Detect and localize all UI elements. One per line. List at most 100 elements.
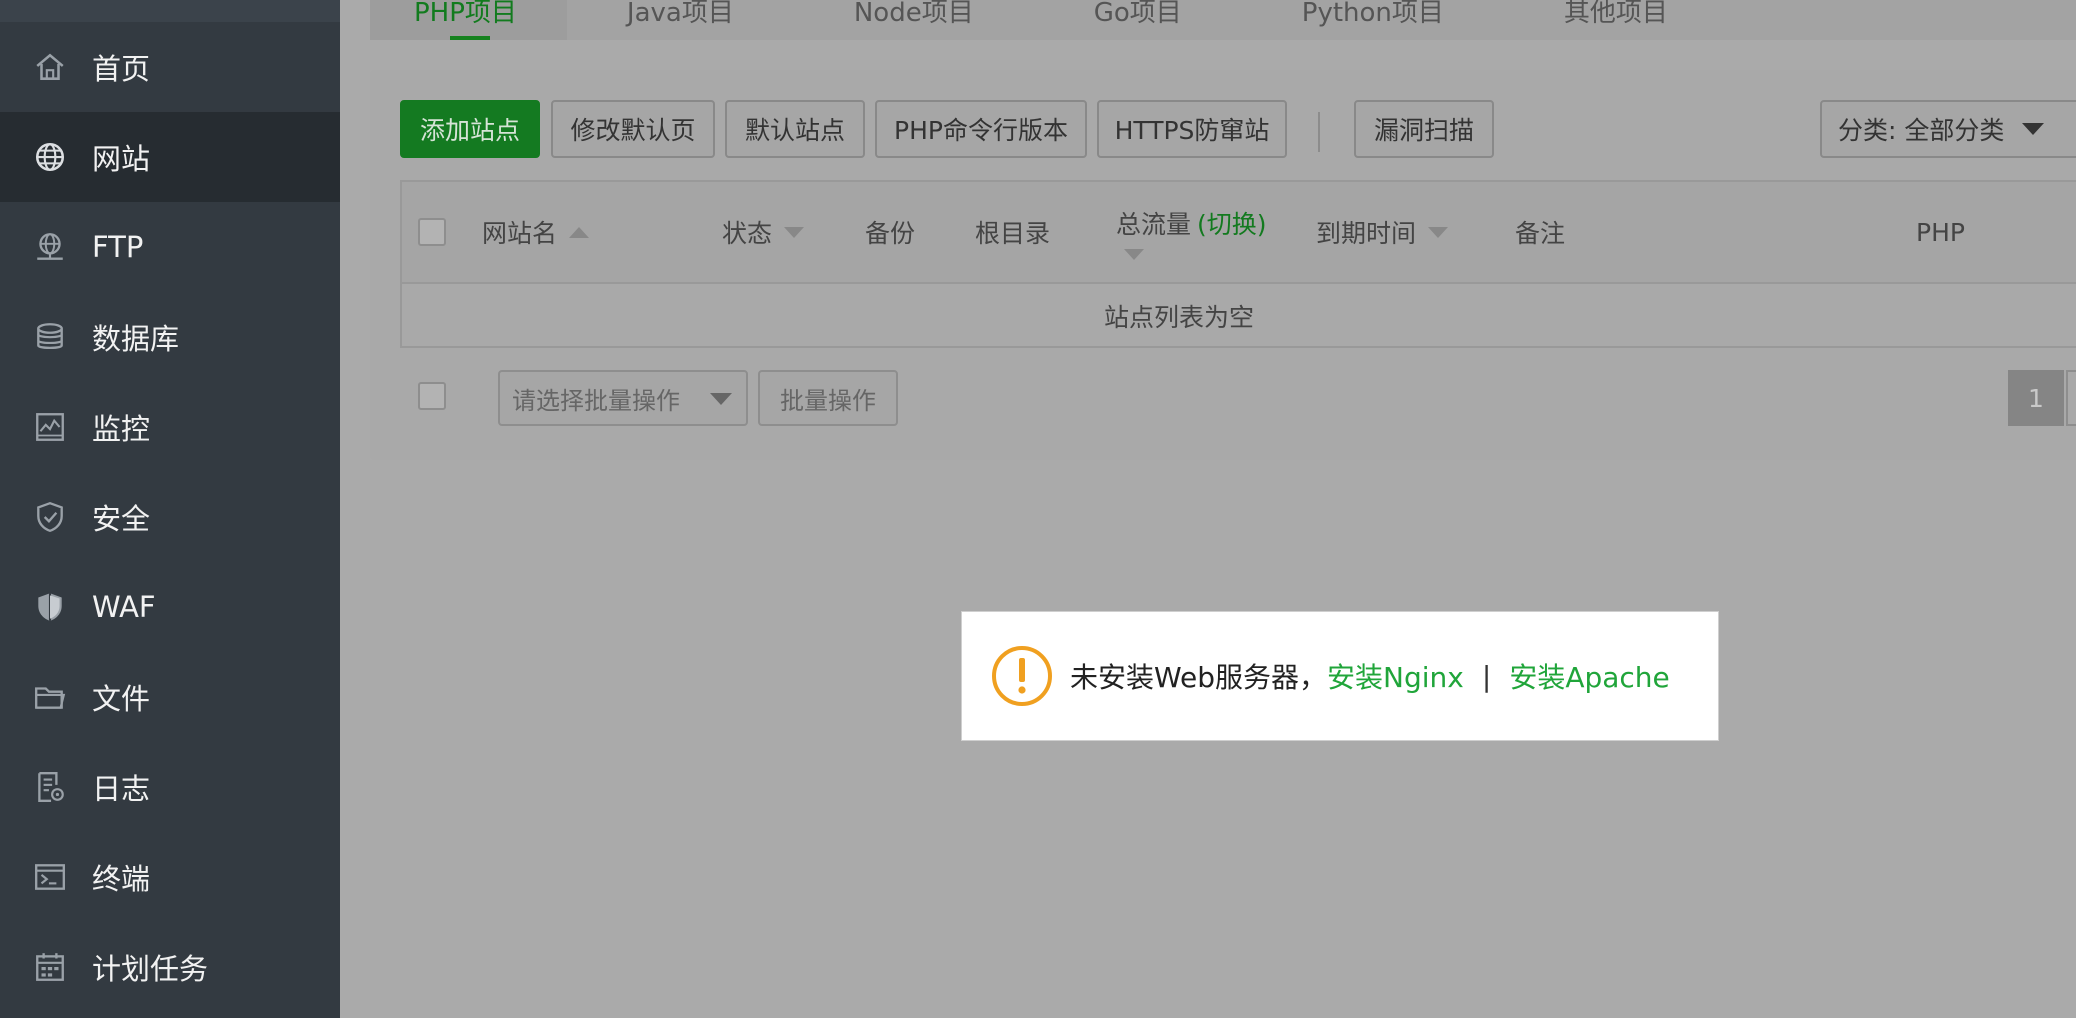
chevron-down-icon — [710, 393, 732, 405]
sidebar-item-label: 数据库 — [92, 322, 180, 356]
column-label: 根目录 — [975, 219, 1051, 248]
sidebar-item-cron[interactable]: 计划任务 — [0, 922, 340, 1012]
vuln-scan-button[interactable]: 漏洞扫描 — [1354, 100, 1494, 158]
sidebar-header — [0, 0, 340, 22]
sort-asc-icon — [569, 226, 590, 238]
site-list-panel: 添加站点 修改默认页 默认站点 PHP命令行版本 HTTPS防窜站 漏洞扫描 分… — [370, 70, 2076, 460]
project-tabs: PHP项目 Java项目 Node项目 Go项目 Python项目 其他项目 — [370, 0, 2076, 40]
batch-select-placeholder: 请选择批量操作 — [512, 386, 680, 415]
sidebar-item-label: 网站 — [92, 142, 151, 176]
column-remark: 备注 — [1515, 182, 1565, 282]
chevron-down-icon — [2022, 123, 2045, 135]
sidebar-item-home[interactable]: 首页 — [0, 22, 340, 112]
column-expiry[interactable]: 到期时间 — [1316, 182, 1449, 282]
dialog-separator: | — [1481, 659, 1492, 693]
column-backup: 备份 — [865, 182, 915, 282]
tab-label: 其他项目 — [1563, 0, 1668, 28]
column-label: 到期时间 — [1316, 219, 1417, 248]
tab-python[interactable]: Python项目 — [1242, 0, 1504, 40]
sidebar-item-files[interactable]: 文件 — [0, 652, 340, 742]
globe-icon — [32, 139, 68, 175]
active-tab-indicator — [450, 36, 490, 40]
sidebar-item-label: FTP — [92, 230, 144, 264]
https-guard-button[interactable]: HTTPS防窜站 — [1097, 100, 1287, 158]
php-cli-version-button[interactable]: PHP命令行版本 — [875, 100, 1087, 158]
footer-select-all-checkbox[interactable] — [418, 382, 446, 410]
tab-node[interactable]: Node项目 — [794, 0, 1034, 40]
toolbar-divider — [1318, 112, 1320, 152]
column-root-dir: 根目录 — [975, 182, 1050, 282]
table-header: 网站名 状态 备份 根目录 总流量 (切换) 到期时间 备注 PHP — [402, 182, 2076, 284]
column-label: 备注 — [1515, 219, 1566, 248]
sidebar-item-label: 安全 — [92, 502, 151, 536]
column-label: PHP — [1916, 217, 1965, 247]
monitor-icon — [32, 409, 68, 445]
sidebar-item-website[interactable]: 网站 — [0, 112, 340, 202]
column-site-name[interactable]: 网站名 — [482, 182, 590, 282]
column-label: 状态 — [722, 219, 773, 248]
column-label: 备份 — [865, 219, 916, 248]
batch-operation-button[interactable]: 批量操作 — [758, 370, 898, 426]
sidebar-item-security[interactable]: 安全 — [0, 472, 340, 562]
sidebar-item-label: 文件 — [92, 682, 151, 716]
sidebar-item-monitor[interactable]: 监控 — [0, 382, 340, 472]
sidebar-item-terminal[interactable]: 终端 — [0, 832, 340, 922]
waf-icon — [32, 589, 68, 625]
empty-table-message: 站点列表为空 — [1103, 303, 1254, 332]
home-icon — [32, 49, 68, 85]
tab-go[interactable]: Go项目 — [1034, 0, 1242, 40]
traffic-toggle-link[interactable]: (切换) — [1197, 210, 1267, 239]
column-total-traffic[interactable]: 总流量 (切换) — [1116, 182, 1267, 282]
batch-operation-select[interactable]: 请选择批量操作 — [498, 370, 748, 426]
sidebar-item-label: WAF — [92, 590, 156, 624]
traffic-header-line: 总流量 (切换) — [1116, 205, 1267, 241]
folder-icon — [32, 679, 68, 715]
ftp-icon — [32, 229, 68, 265]
sidebar-item-waf[interactable]: WAF — [0, 562, 340, 652]
sidebar-item-ftp[interactable]: FTP — [0, 202, 340, 292]
select-all-checkbox[interactable] — [418, 218, 446, 246]
tab-java[interactable]: Java项目 — [567, 0, 794, 40]
edit-default-page-button[interactable]: 修改默认页 — [551, 100, 715, 158]
sidebar: 首页 网站 FTP 数据库 监控 安全 WAF 文件 日志 终端 计划任务 — [0, 0, 340, 1018]
main-content: PHP项目 Java项目 Node项目 Go项目 Python项目 其他项目 添… — [340, 0, 2076, 1018]
sidebar-item-label: 计划任务 — [92, 952, 209, 986]
pagination-total: 共 — [2066, 370, 2076, 426]
tab-label: Java项目 — [626, 0, 734, 28]
pagination-current-page[interactable]: 1 — [2008, 370, 2064, 426]
sidebar-item-label: 日志 — [92, 772, 151, 806]
category-select[interactable]: 分类: 全部分类 — [1820, 100, 2076, 158]
sidebar-item-logs[interactable]: 日志 — [0, 742, 340, 832]
sort-desc-icon — [1428, 226, 1449, 238]
column-php: PHP — [1916, 182, 1965, 282]
install-nginx-link[interactable]: 安装Nginx — [1327, 656, 1464, 696]
column-label: 总流量 — [1116, 209, 1192, 239]
tab-php[interactable]: PHP项目 — [370, 0, 567, 40]
tab-label: Python项目 — [1301, 0, 1444, 28]
dialog-message: 未安装Web服务器， — [1070, 661, 1328, 694]
database-icon — [32, 319, 68, 355]
site-table: 网站名 状态 备份 根目录 总流量 (切换) 到期时间 备注 PHP 站点列表为空 — [400, 180, 2076, 348]
terminal-icon — [32, 859, 68, 895]
calendar-icon — [32, 949, 68, 985]
web-server-missing-dialog: 未安装Web服务器， 安装Nginx | 安装Apache — [961, 611, 1719, 741]
tab-label: PHP项目 — [414, 0, 517, 28]
sort-desc-icon — [1124, 248, 1144, 260]
default-site-button[interactable]: 默认站点 — [725, 100, 865, 158]
column-status[interactable]: 状态 — [722, 182, 805, 282]
sidebar-item-label: 监控 — [92, 412, 151, 446]
sidebar-item-label: 首页 — [92, 52, 151, 86]
tab-label: Go项目 — [1093, 0, 1182, 28]
sidebar-item-database[interactable]: 数据库 — [0, 292, 340, 382]
install-apache-link[interactable]: 安装Apache — [1509, 656, 1669, 696]
shield-icon — [32, 499, 68, 535]
tab-other[interactable]: 其他项目 — [1504, 0, 1728, 40]
sort-desc-icon — [784, 226, 805, 238]
select-all-checkbox-cell[interactable] — [418, 182, 446, 282]
add-site-button[interactable]: 添加站点 — [400, 100, 540, 158]
log-icon — [32, 769, 68, 805]
sidebar-item-label: 终端 — [92, 862, 151, 896]
column-label: 网站名 — [482, 219, 558, 248]
warning-icon — [992, 646, 1052, 706]
tab-label: Node项目 — [853, 0, 974, 28]
